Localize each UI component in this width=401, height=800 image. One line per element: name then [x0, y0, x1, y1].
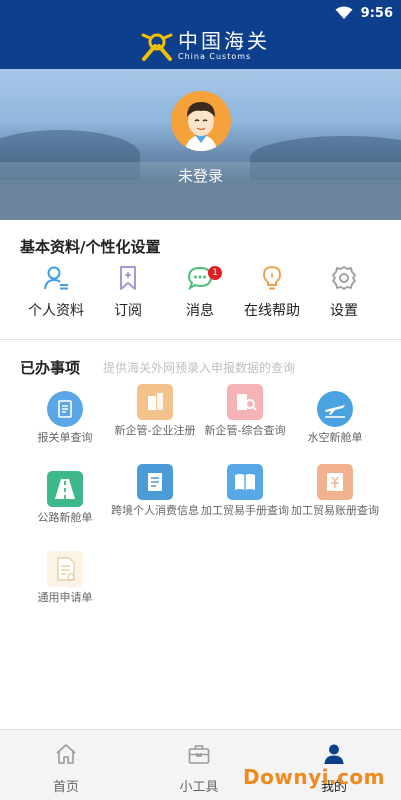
- grid-item-enterprise-query[interactable]: 新企管-综合查询: [199, 384, 291, 437]
- avatar[interactable]: [171, 91, 231, 151]
- avatar-face-icon: [171, 91, 231, 151]
- ledger-icon: [317, 464, 353, 500]
- nav-item-label: 首页: [52, 780, 79, 795]
- book-icon: [227, 464, 263, 500]
- grid-item-label: 跨境个人消费信息: [111, 504, 199, 517]
- basic-section-title: 基本资料/个性化设置: [20, 238, 161, 256]
- gear-icon: [332, 266, 356, 290]
- grid-item-road-manifest[interactable]: 公路新舱单: [19, 471, 111, 524]
- document-icon: [47, 391, 83, 427]
- wifi-icon: [335, 6, 353, 19]
- form-icon: [47, 551, 83, 587]
- grid-item-label: 加工贸易手册查询: [201, 504, 289, 517]
- nav-item-home[interactable]: 首页: [26, 742, 106, 795]
- message-count-badge: 1: [208, 266, 222, 280]
- logo-chinese: 中国海关: [178, 29, 270, 53]
- status-bar: 9:56: [335, 3, 393, 23]
- grid-item-cross-border-consumption[interactable]: 跨境个人消费信息: [109, 464, 201, 517]
- nav-item-tools[interactable]: 小工具: [159, 742, 239, 795]
- grid-item-label: 报关单查询: [37, 431, 93, 444]
- basic-item-help[interactable]: 在线帮助: [232, 264, 312, 320]
- login-status[interactable]: 未登录: [0, 165, 401, 186]
- grid-item-customs-declaration[interactable]: 报关单查询: [19, 391, 111, 444]
- basic-item-label: 在线帮助: [244, 303, 300, 319]
- user-icon: [324, 744, 344, 764]
- logo-english: China Customs: [178, 52, 252, 61]
- basic-settings-row: 个人资料 订阅 1 消息 在线帮助 设置: [0, 264, 401, 328]
- nav-item-label: 小工具: [179, 780, 219, 795]
- basic-item-label: 个人资料: [28, 303, 84, 319]
- basic-item-label: 订阅: [114, 303, 142, 319]
- grid-item-label: 通用申请单: [37, 591, 93, 604]
- basic-item-label: 消息: [186, 303, 214, 319]
- grid-item-processing-manual[interactable]: 加工贸易手册查询: [199, 464, 291, 517]
- grid-item-label: 新企管-企业注册: [114, 424, 196, 437]
- person-icon: [44, 266, 68, 290]
- basic-item-label: 设置: [330, 303, 358, 319]
- profile-banner: 未登录: [0, 69, 401, 220]
- building-icon: [137, 384, 173, 420]
- china-customs-logo: 中国海关 China Customs: [140, 27, 270, 65]
- section-divider: [0, 339, 401, 340]
- done-section-subtitle: 提供海关外网预录入申报数据的查询: [103, 361, 296, 375]
- road-icon: [47, 471, 83, 507]
- basic-item-messages[interactable]: 1 消息: [160, 264, 240, 320]
- grid-item-general-application[interactable]: 通用申请单: [19, 551, 111, 604]
- grid-item-label: 加工贸易账册查询: [291, 504, 379, 517]
- basic-item-subscribe[interactable]: 订阅: [88, 264, 168, 320]
- receipt-icon: [137, 464, 173, 500]
- app-header: 9:56 中国海关 China Customs: [0, 0, 401, 69]
- grid-item-processing-ledger[interactable]: 加工贸易账册查询: [289, 464, 381, 517]
- grid-item-label: 新企管-综合查询: [204, 424, 286, 437]
- bookmark-icon: [120, 266, 136, 290]
- airplane-icon: [317, 391, 353, 427]
- home-icon: [56, 744, 76, 764]
- basic-item-settings[interactable]: 设置: [304, 264, 384, 320]
- downyi-watermark: Downyi.com: [243, 765, 385, 789]
- basic-item-profile[interactable]: 个人资料: [16, 264, 96, 320]
- customs-emblem-icon: [141, 33, 173, 61]
- toolbox-icon: [188, 745, 210, 764]
- done-section-title: 已办事项: [20, 359, 81, 377]
- grid-item-enterprise-register[interactable]: 新企管-企业注册: [109, 384, 201, 437]
- grid-item-label: 公路新舱单: [37, 511, 93, 524]
- grid-item-water-air-manifest[interactable]: 水空新舱单: [289, 391, 381, 444]
- lightbulb-icon: [262, 265, 282, 290]
- building-search-icon: [227, 384, 263, 420]
- status-time: 9:56: [360, 5, 393, 21]
- grid-item-label: 水空新舱单: [307, 431, 363, 444]
